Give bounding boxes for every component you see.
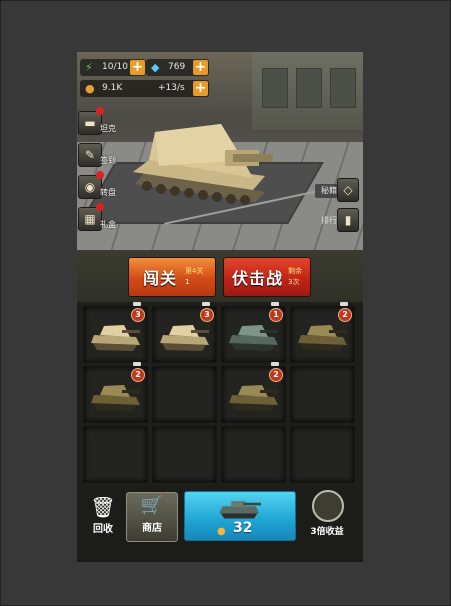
shop-label: 商店	[142, 523, 162, 534]
stage-star: 1	[185, 278, 190, 286]
add-coins-button[interactable]: +	[193, 81, 208, 96]
grid-slot[interactable]: 2	[221, 362, 286, 423]
stage-label: 闯关	[143, 269, 178, 288]
bottom-bar: 🗑 回收 🛒 商店 ● 32 3倍收益	[77, 486, 363, 562]
ranking-icon: ▮	[337, 208, 359, 232]
energy-bar: ⚡ 10/10 +	[80, 59, 146, 76]
speedometer-icon	[312, 490, 344, 522]
battle-bar: 闯关 第4关 1 伏击战 剩余 3次	[77, 250, 363, 302]
notification-dot	[96, 171, 104, 179]
level-badge: 2	[131, 368, 145, 382]
camo-tank-icon	[229, 385, 278, 411]
sand-artillery-icon	[160, 325, 209, 351]
recycle-button[interactable]: 🗑 回收	[83, 494, 123, 544]
shop-button[interactable]: 🛒 商店	[126, 492, 178, 542]
ambush-battle-button[interactable]: 伏击战 剩余 3次	[223, 257, 311, 297]
camo-tank-icon	[298, 325, 347, 351]
coin-icon: ●	[217, 526, 226, 537]
ambush-remain-label: 剩余	[288, 267, 302, 275]
grid-slot[interactable]: 3	[83, 302, 148, 363]
energy-value: 10/10	[102, 62, 128, 72]
side-button-checkin[interactable]: ✎ 签到	[78, 143, 120, 169]
level-badge: 1	[269, 308, 283, 322]
add-energy-button[interactable]: +	[130, 60, 145, 75]
camo-tank-icon	[91, 385, 140, 411]
grid-slot[interactable]	[290, 426, 355, 483]
building-window	[262, 68, 288, 108]
badge-clip	[133, 362, 141, 366]
notification-dot	[96, 203, 104, 211]
cart-icon: 🛒	[140, 495, 164, 516]
level-badge: 3	[200, 308, 214, 322]
grid-slot[interactable]	[83, 426, 148, 483]
recycle-label: 回收	[93, 524, 113, 535]
coin-value: 9.1K	[102, 83, 123, 93]
triple-income-button[interactable]: 3倍收益	[301, 490, 353, 542]
side-button-ranking[interactable]: 排行 ▮	[315, 208, 359, 234]
badge-clip	[340, 302, 348, 306]
grid-slot[interactable]: 2	[290, 302, 355, 363]
income-rate: +13/s	[158, 83, 185, 93]
ambush-remain-count: 3次	[288, 278, 300, 286]
level-badge: 3	[131, 308, 145, 322]
buy-tank-button[interactable]: ● 32	[184, 491, 296, 541]
trash-icon: 🗑	[90, 495, 116, 519]
grid-slot[interactable]	[290, 366, 355, 423]
level-badge: 2	[269, 368, 283, 382]
level-badge: 2	[338, 308, 352, 322]
sand-artillery-icon	[91, 325, 140, 351]
notification-dot	[96, 107, 104, 115]
side-button-cheats[interactable]: 秘籍 ◇	[315, 178, 359, 204]
stage-battle-button[interactable]: 闯关 第4关 1	[128, 257, 216, 297]
side-label: 礼盒	[100, 220, 116, 229]
grid-slot[interactable]: 1	[221, 302, 286, 363]
grid-slot[interactable]: 3	[152, 302, 217, 363]
side-label: 转盘	[100, 188, 116, 197]
grid-slot[interactable]: 2	[83, 362, 148, 423]
tank-merge-grid: 3 3 1 2 2 2	[83, 302, 359, 486]
grey-tank-icon	[229, 325, 278, 351]
coin-icon: ●	[85, 82, 95, 95]
building-window	[330, 68, 356, 108]
coin-bar: ● 9.1K +13/s +	[80, 80, 209, 97]
boost-label: 3倍收益	[310, 527, 344, 537]
featured-tank-artillery	[133, 124, 273, 205]
diamond-gem-icon: ◆	[151, 61, 160, 74]
game-screen: ⚡ 10/10 + ◆ 769 + ● 9.1K +13/s + ▬ 坦克 ✎ …	[77, 52, 363, 562]
badge-clip	[133, 302, 141, 306]
lightning-icon: ⚡	[85, 61, 93, 74]
gem-value: 769	[168, 62, 186, 72]
building-window	[296, 68, 322, 108]
side-label: 签到	[100, 156, 116, 165]
badge-clip	[271, 302, 279, 306]
badge-clip	[202, 302, 210, 306]
checkin-icon: ✎	[78, 143, 102, 167]
buy-cost: 32	[233, 520, 253, 536]
stage-number: 第4关	[185, 267, 204, 275]
ambush-label: 伏击战	[232, 269, 284, 288]
garage-scene: ⚡ 10/10 + ◆ 769 + ● 9.1K +13/s + ▬ 坦克 ✎ …	[77, 52, 363, 250]
grid-slot[interactable]	[152, 426, 217, 483]
side-button-gift[interactable]: ▦ 礼盒	[78, 203, 120, 233]
side-button-wheel[interactable]: ◉ 转盘	[78, 171, 120, 201]
add-gems-button[interactable]: +	[193, 60, 208, 75]
buy-tank-icon	[219, 501, 261, 519]
diamond-icon: ◇	[337, 178, 359, 202]
badge-clip	[271, 362, 279, 366]
side-button-tank[interactable]: ▬ 坦克	[78, 107, 120, 137]
side-label: 坦克	[100, 124, 116, 133]
grid-slot[interactable]	[152, 366, 217, 423]
grid-slot[interactable]	[221, 426, 286, 483]
gem-bar: ◆ 769 +	[146, 59, 209, 76]
